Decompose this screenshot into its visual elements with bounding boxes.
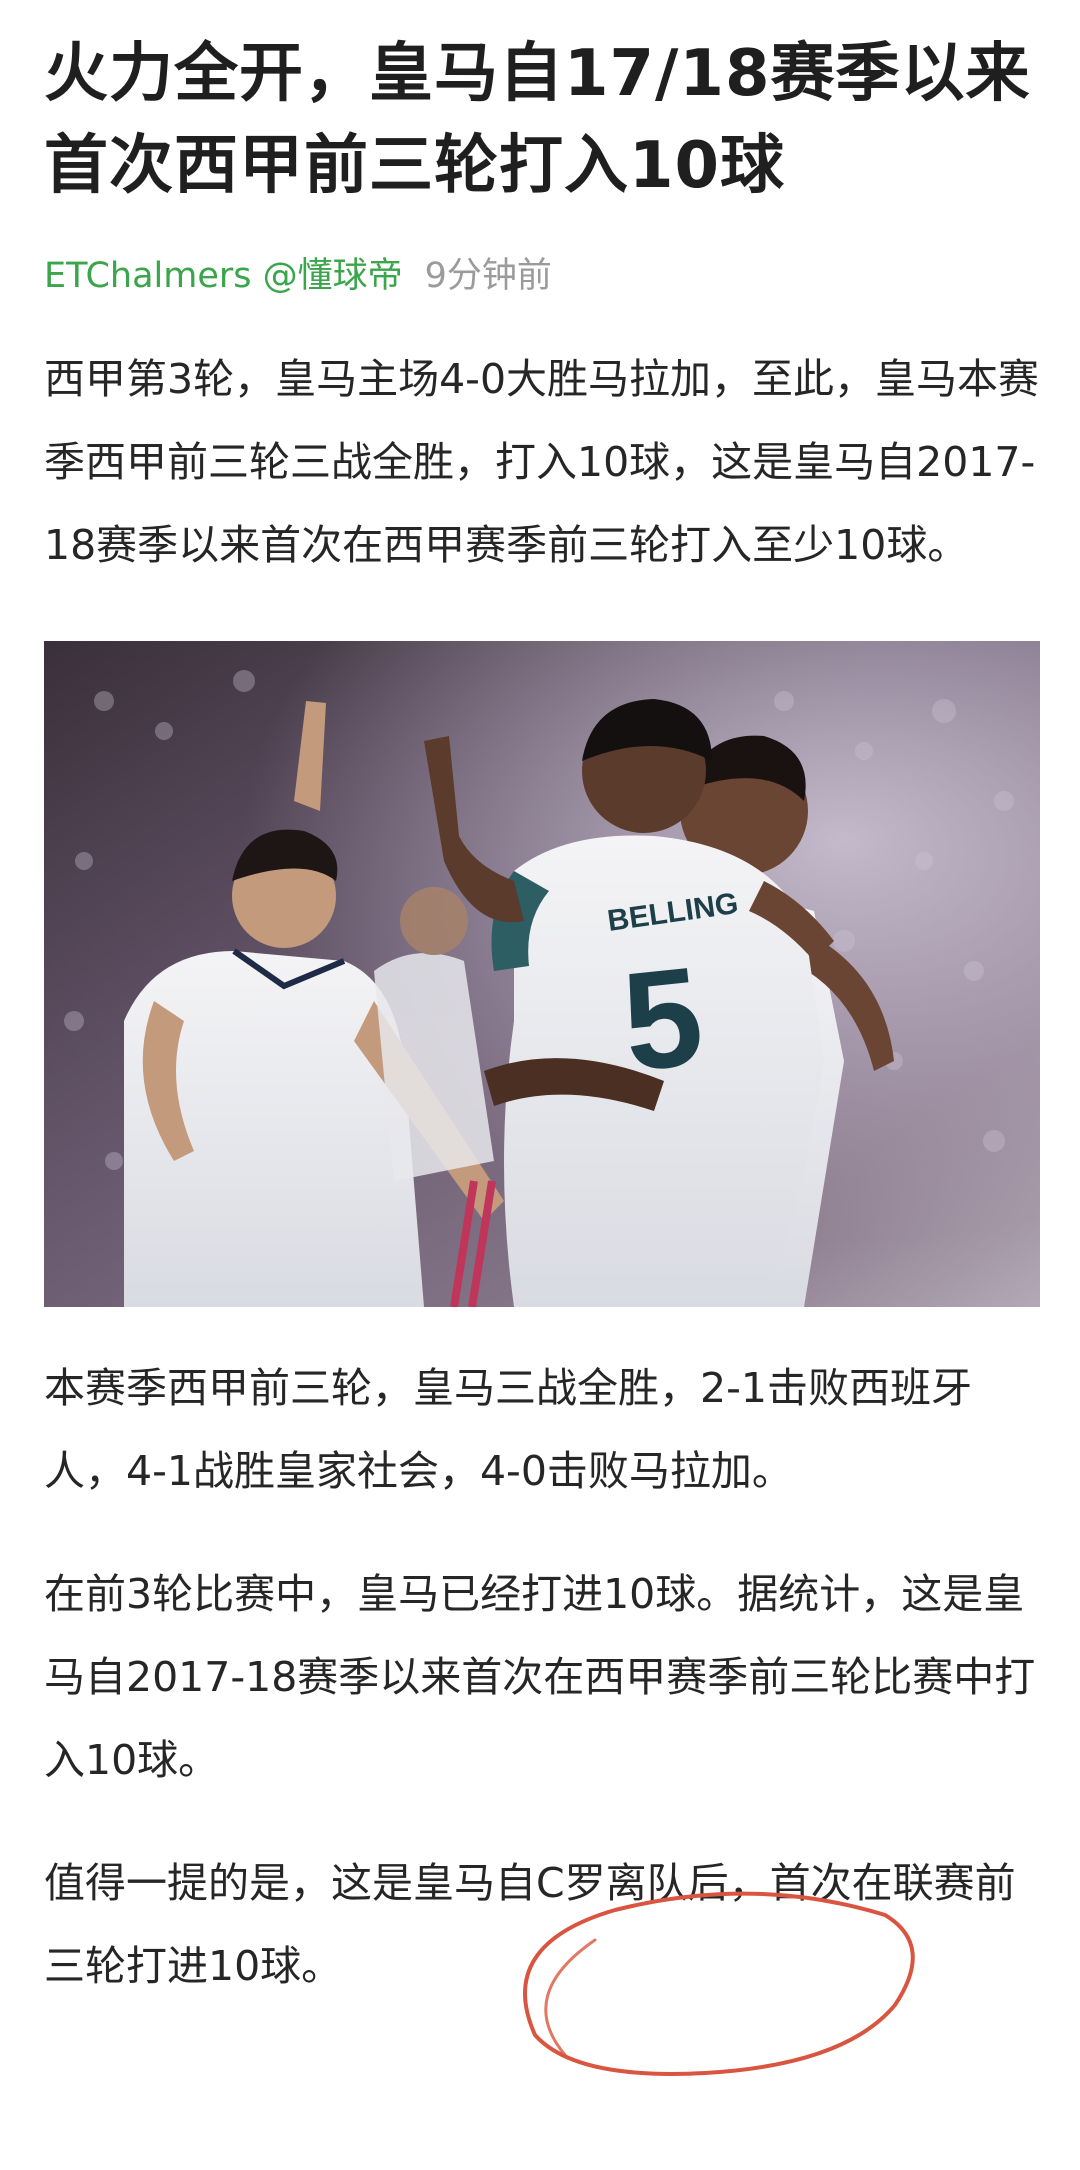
paragraph-4: 值得一提的是，这是皇马自C罗离队后，首次在联赛前三轮打进10球。 [44, 1859, 1016, 1990]
paragraph-3: 在前3轮比赛中，皇马已经打进10球。据统计，这是皇马自2017-18赛季以来首次… [44, 1570, 1036, 1784]
photo-illustration: BELLING 5 [44, 641, 1040, 1307]
paragraph-1: 西甲第3轮，皇马主场4-0大胜马拉加，至此，皇马本赛季西甲前三轮三战全胜，打入1… [44, 355, 1040, 569]
article-title: 火力全开，皇马自17/18赛季以来首次西甲前三轮打入10球 [44, 37, 1031, 203]
author-link[interactable]: ETChalmers @懂球帝 [44, 256, 403, 296]
article-meta: ETChalmers @懂球帝 9分钟前 [44, 250, 1040, 302]
publish-time: 9分钟前 [424, 256, 552, 296]
article: 火力全开，皇马自17/18赛季以来首次西甲前三轮打入10球 ETChalmers… [44, 0, 1040, 2008]
paragraph-2: 本赛季西甲前三轮，皇马三战全胜，2-1击败西班牙人，4-1战胜皇家社会，4-0击… [44, 1364, 972, 1495]
article-photo[interactable]: BELLING 5 [44, 641, 1040, 1307]
